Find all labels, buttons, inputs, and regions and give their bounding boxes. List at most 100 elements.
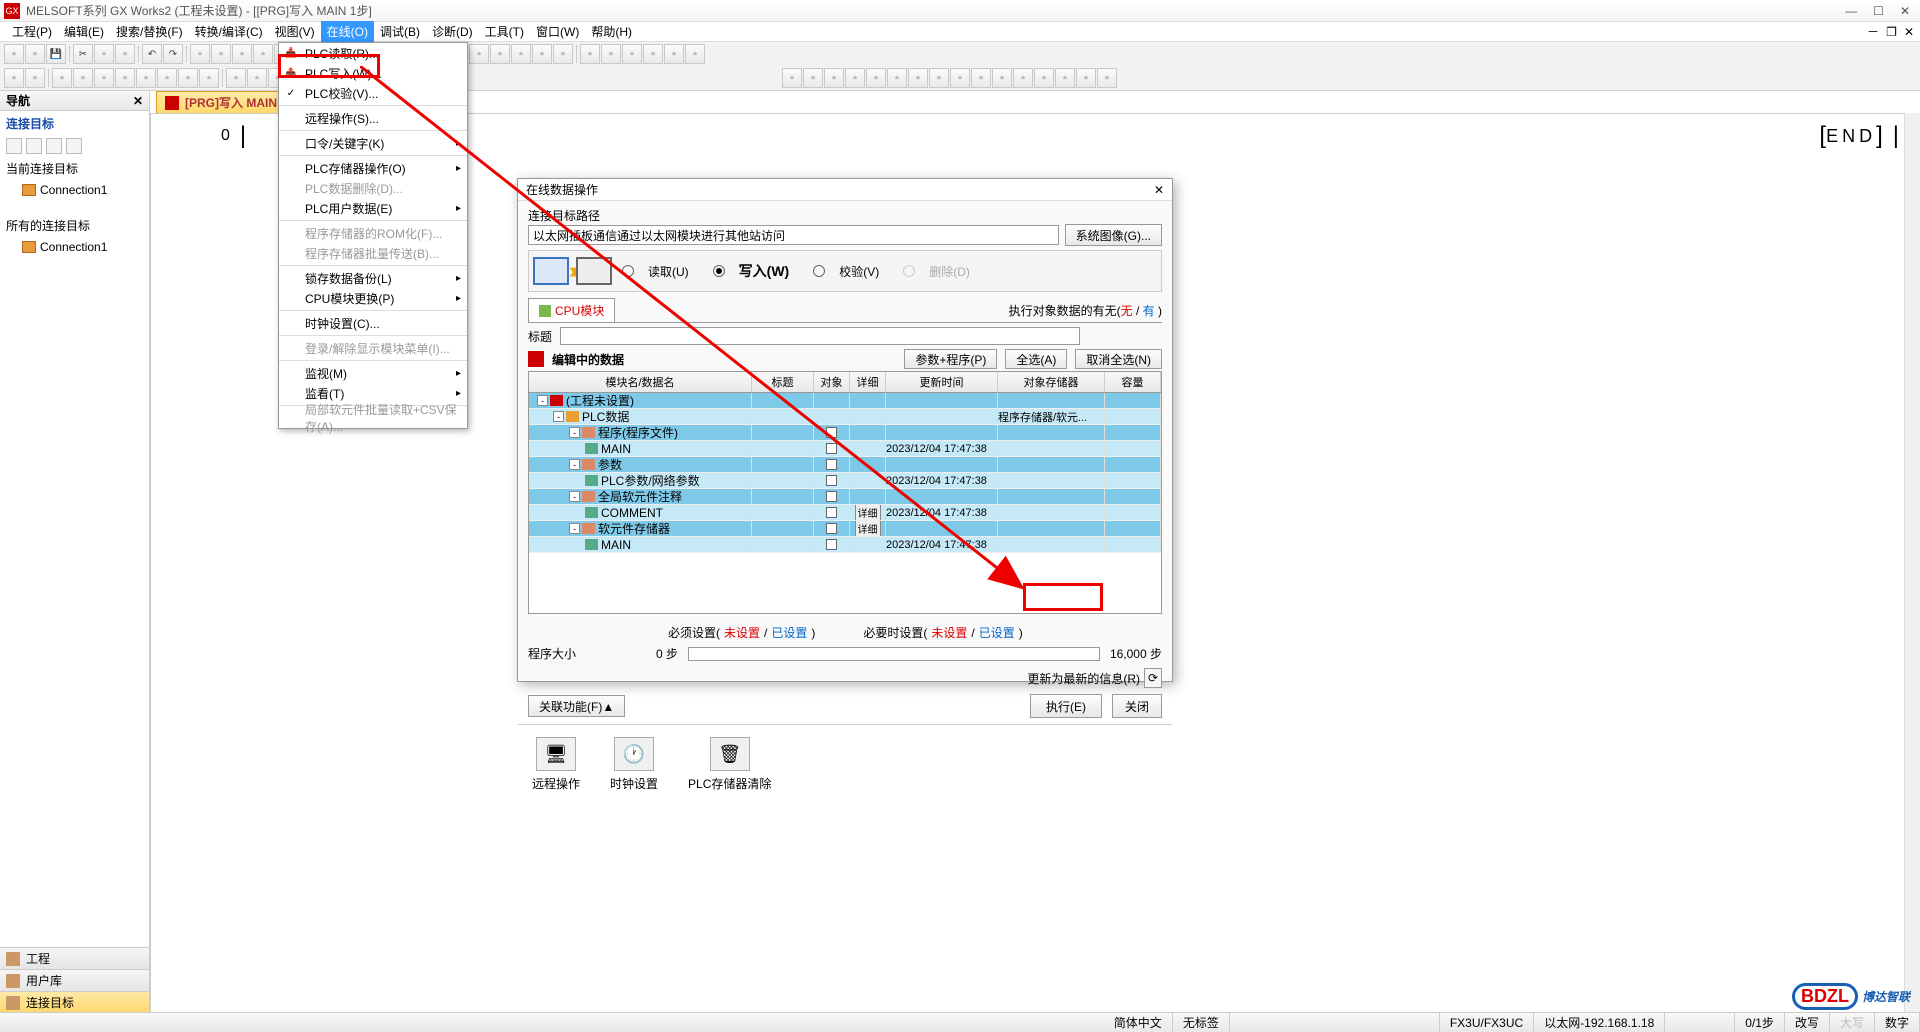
tb-btn[interactable]: ▫ (824, 68, 844, 88)
tb-btn[interactable]: ▫ (1013, 68, 1033, 88)
tb-btn[interactable]: ▫ (73, 68, 93, 88)
table-row[interactable]: -全局软元件注释 (529, 489, 1161, 505)
tb-copy-icon[interactable]: ▫ (94, 44, 114, 64)
menu-help[interactable]: 帮助(H) (585, 21, 638, 42)
tb-btn[interactable]: ▫ (685, 44, 705, 64)
tb-btn[interactable]: ▫ (211, 44, 231, 64)
dd-plc-write[interactable]: 📤PLC写入(W)... (279, 63, 467, 83)
dd-clock[interactable]: 时钟设置(C)... (279, 313, 467, 333)
dd-monitor[interactable]: 监视(M)▸ (279, 363, 467, 383)
mdi-minimize[interactable]: － (1867, 25, 1879, 39)
tb-btn[interactable]: ▫ (178, 68, 198, 88)
tb-btn[interactable]: ▫ (190, 44, 210, 64)
table-row[interactable]: -软元件存储器详细 (529, 521, 1161, 537)
menu-project[interactable]: 工程(P) (6, 21, 58, 42)
close-button[interactable]: ✕ (1900, 4, 1910, 18)
tb-btn[interactable]: ▫ (157, 68, 177, 88)
tb-cut-icon[interactable]: ✂ (73, 44, 93, 64)
tb-btn[interactable]: ▫ (1076, 68, 1096, 88)
tb-btn[interactable]: ▫ (115, 68, 135, 88)
tb-btn[interactable]: ▫ (866, 68, 886, 88)
menu-diagnose[interactable]: 诊断(D) (426, 21, 479, 42)
view-icon[interactable] (66, 138, 82, 154)
deselect-all-button[interactable]: 取消全选(N) (1075, 349, 1162, 369)
tb-btn[interactable]: ▫ (992, 68, 1012, 88)
nav-close-icon[interactable]: ✕ (133, 94, 143, 108)
table-row[interactable]: COMMENT详细2023/12/04 17:47:38 (529, 505, 1161, 521)
tb-undo-icon[interactable]: ↶ (142, 44, 162, 64)
dd-user-data[interactable]: PLC用户数据(E)▸ (279, 198, 467, 218)
func-clear[interactable]: 🗑PLC存储器清除 (688, 737, 771, 792)
table-row[interactable]: -程序(程序文件) (529, 425, 1161, 441)
menu-view[interactable]: 视图(V) (269, 21, 321, 42)
minimize-button[interactable]: — (1845, 4, 1857, 18)
tb-btn[interactable]: ▫ (622, 44, 642, 64)
tb-btn[interactable]: ▫ (1097, 68, 1117, 88)
menu-online[interactable]: 在线(O) (321, 21, 374, 42)
menu-edit[interactable]: 编辑(E) (58, 21, 110, 42)
dd-watch[interactable]: 监看(T)▸ (279, 383, 467, 403)
maximize-button[interactable]: ☐ (1873, 4, 1884, 18)
tb-btn[interactable]: ▫ (782, 68, 802, 88)
tb-btn[interactable]: ▫ (664, 44, 684, 64)
tb-btn[interactable]: ▫ (1055, 68, 1075, 88)
tb-paste-icon[interactable]: ▫ (115, 44, 135, 64)
tb-btn[interactable]: ▫ (971, 68, 991, 88)
nav-tab-target[interactable]: 连接目标 (0, 991, 149, 1013)
tb-redo-icon[interactable]: ↷ (163, 44, 183, 64)
title-input[interactable] (560, 327, 1080, 345)
dd-cpu-replace[interactable]: CPU模块更换(P)▸ (279, 288, 467, 308)
dd-latch[interactable]: 锁存数据备份(L)▸ (279, 268, 467, 288)
dd-plc-verify[interactable]: ✓PLC校验(V)... (279, 83, 467, 103)
mdi-close[interactable]: ✕ (1904, 25, 1914, 39)
tb-btn[interactable]: ▫ (532, 44, 552, 64)
tb-btn[interactable]: ▫ (232, 44, 252, 64)
vertical-scrollbar[interactable] (1904, 113, 1920, 1013)
table-row[interactable]: MAIN2023/12/04 17:47:38 (529, 441, 1161, 457)
related-func-button[interactable]: 关联功能(F)▲ (528, 695, 625, 717)
tb-btn[interactable]: ▫ (253, 44, 273, 64)
tb-btn[interactable]: ▫ (247, 68, 267, 88)
tb-open-icon[interactable]: ▫ (25, 44, 45, 64)
menu-convert[interactable]: 转换/编译(C) (189, 21, 269, 42)
nav-connection-current[interactable]: Connection1 (0, 181, 149, 199)
dialog-close-icon[interactable]: ✕ (1154, 183, 1164, 197)
tb-btn[interactable]: ▫ (1034, 68, 1054, 88)
tb-btn[interactable]: ▫ (136, 68, 156, 88)
menu-debug[interactable]: 调试(B) (374, 21, 426, 42)
tb-btn[interactable]: ▫ (950, 68, 970, 88)
nav-connection-all[interactable]: Connection1 (0, 238, 149, 256)
dd-password[interactable]: 口令/关键字(K)▸ (279, 133, 467, 153)
tb-btn[interactable]: ▫ (643, 44, 663, 64)
table-row[interactable]: -参数 (529, 457, 1161, 473)
nav-tab-project[interactable]: 工程 (0, 947, 149, 969)
tb-btn[interactable]: ▫ (553, 44, 573, 64)
tb-btn[interactable]: ▫ (226, 68, 246, 88)
tb-btn[interactable]: ▫ (845, 68, 865, 88)
tb-save-icon[interactable]: 💾 (46, 44, 66, 64)
mdi-restore[interactable]: ❐ (1886, 25, 1897, 39)
tb-btn[interactable]: ▫ (52, 68, 72, 88)
table-row[interactable]: -(工程未设置) (529, 393, 1161, 409)
table-row[interactable]: PLC参数/网络参数2023/12/04 17:47:38 (529, 473, 1161, 489)
dd-memory-op[interactable]: PLC存储器操作(O)▸ (279, 158, 467, 178)
func-remote[interactable]: 🖥远程操作 (532, 737, 580, 792)
tb-btn[interactable]: ▫ (199, 68, 219, 88)
menu-search[interactable]: 搜索/替换(F) (110, 21, 189, 42)
close-button[interactable]: 关闭 (1112, 694, 1162, 718)
tab-cpu[interactable]: CPU模块 (528, 298, 615, 322)
view-icon[interactable] (46, 138, 62, 154)
tb-btn[interactable]: ▫ (580, 44, 600, 64)
tb-new-icon[interactable]: ▫ (4, 44, 24, 64)
tb-btn[interactable]: ▫ (929, 68, 949, 88)
menu-window[interactable]: 窗口(W) (530, 21, 585, 42)
tb-btn[interactable]: ▫ (490, 44, 510, 64)
select-all-button[interactable]: 全选(A) (1005, 349, 1067, 369)
param-prog-button[interactable]: 参数+程序(P) (904, 349, 997, 369)
tb-btn[interactable]: ▫ (94, 68, 114, 88)
view-icon[interactable] (26, 138, 42, 154)
tb-btn[interactable]: ▫ (511, 44, 531, 64)
tb-btn[interactable]: ▫ (887, 68, 907, 88)
tb-btn[interactable]: ▫ (4, 68, 24, 88)
dd-remote[interactable]: 远程操作(S)... (279, 108, 467, 128)
